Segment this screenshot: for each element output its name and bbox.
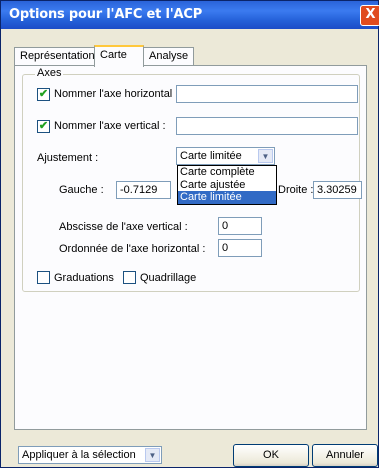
- dropdown-option-carte-limitee[interactable]: Carte limitée: [178, 191, 276, 204]
- gridlines-label: Quadrillage: [140, 272, 197, 284]
- adjustment-selected-value: Carte limitée: [180, 150, 242, 162]
- adjustment-label: Ajustement :: [37, 152, 99, 164]
- left-label: Gauche :: [59, 184, 104, 196]
- tab-representation[interactable]: Représentation: [14, 47, 95, 66]
- dialog-title: Options pour l'AFC et l'ACP: [9, 7, 203, 22]
- graduations-checkbox[interactable]: [37, 271, 50, 284]
- dropdown-option-carte-ajustee[interactable]: Carte ajustée: [178, 179, 276, 192]
- checkmark-icon: ✔: [38, 88, 49, 100]
- horizontal-axis-ordinate-input[interactable]: 0: [218, 239, 262, 257]
- dropdown-option-carte-complete[interactable]: Carte complète: [178, 166, 276, 179]
- name-horizontal-axis-label: Nommer l'axe horizontal :: [54, 88, 179, 100]
- close-icon: X: [365, 7, 376, 22]
- ok-button[interactable]: OK: [233, 444, 309, 467]
- chevron-down-icon[interactable]: ▼: [145, 448, 160, 462]
- name-vertical-axis-label: Nommer l'axe vertical :: [54, 120, 166, 132]
- vertical-axis-name-input[interactable]: [176, 117, 358, 135]
- chevron-down-icon[interactable]: ▼: [258, 149, 273, 163]
- name-horizontal-axis-checkbox[interactable]: ✔: [37, 88, 50, 101]
- vertical-axis-abscissa-input[interactable]: 0: [218, 217, 262, 235]
- checkmark-icon: ✔: [38, 120, 49, 132]
- right-input[interactable]: 3.30259: [313, 181, 362, 199]
- gridlines-checkbox[interactable]: [123, 271, 136, 284]
- adjustment-dropdown-list: Carte complète Carte ajustée Carte limit…: [177, 165, 277, 205]
- close-button[interactable]: X: [360, 5, 379, 26]
- vertical-axis-abscissa-label: Abscisse de l'axe vertical :: [59, 221, 188, 233]
- right-label: Droite :: [278, 184, 314, 196]
- title-bar[interactable]: Options pour l'AFC et l'ACP X: [1, 1, 379, 29]
- cancel-button[interactable]: Annuler: [312, 444, 378, 467]
- horizontal-axis-ordinate-label: Ordonnée de l'axe horizontal :: [59, 243, 206, 255]
- horizontal-axis-name-input[interactable]: [176, 85, 358, 103]
- tab-carte[interactable]: Carte: [94, 45, 144, 67]
- tab-analyse[interactable]: Analyse: [143, 47, 194, 66]
- name-vertical-axis-checkbox[interactable]: ✔: [37, 120, 50, 133]
- apply-scope-value: Appliquer à la sélection: [22, 449, 136, 461]
- options-dialog: Options pour l'AFC et l'ACP X Représenta…: [0, 0, 379, 468]
- adjustment-select[interactable]: Carte limitée ▼: [176, 147, 275, 165]
- graduations-label: Graduations: [54, 272, 114, 284]
- axes-group-label: Axes: [35, 67, 64, 79]
- apply-scope-select[interactable]: Appliquer à la sélection ▼: [18, 446, 162, 464]
- left-input[interactable]: -0.7129: [116, 181, 171, 199]
